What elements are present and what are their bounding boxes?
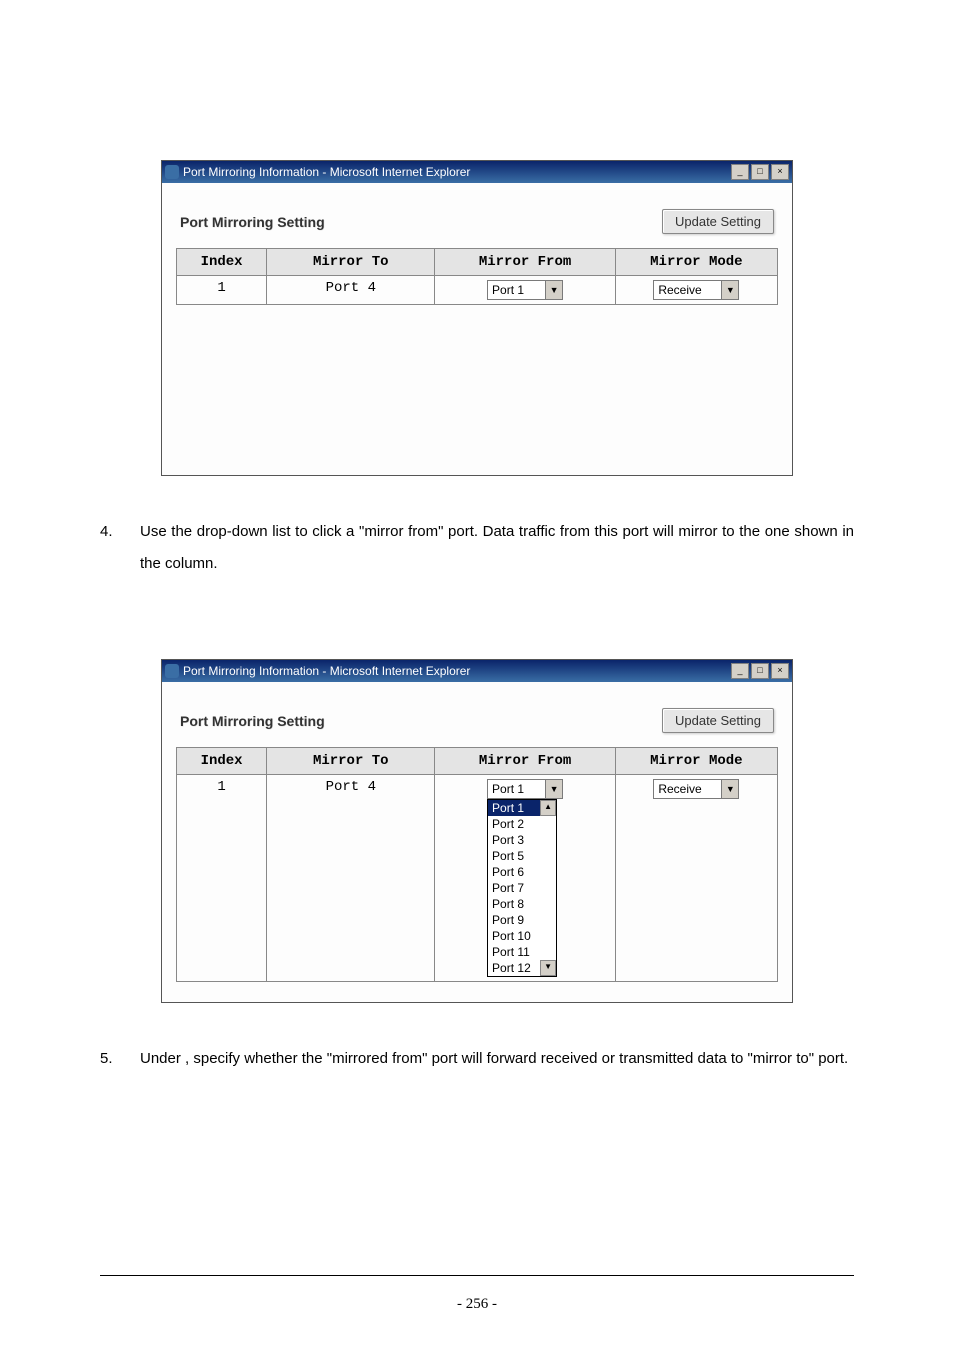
mirror-table: Index Mirror To Mirror From Mirror Mode … — [176, 248, 778, 305]
page-number: - 256 - — [457, 1296, 497, 1312]
screenshot-2: Port Mirroring Information - Microsoft I… — [161, 659, 793, 1003]
update-setting-button[interactable]: Update Setting — [662, 708, 774, 733]
col-mirror-from: Mirror From — [435, 249, 615, 276]
mirror-from-select[interactable]: Port 1 ▼ — [487, 779, 563, 799]
maximize-button[interactable]: □ — [751, 663, 769, 679]
dropdown-option[interactable]: Port 6 — [488, 864, 556, 880]
update-setting-button[interactable]: Update Setting — [662, 209, 774, 234]
mirror-from-dropdown[interactable]: ▲ Port 1 Port 2 Port 3 Port 5 Port 6 Por… — [487, 799, 557, 977]
chevron-down-icon: ▼ — [721, 281, 738, 299]
dropdown-option[interactable]: Port 9 — [488, 912, 556, 928]
page-footer: - 256 - — [100, 1275, 854, 1313]
cell-mirror-to: Port 4 — [267, 775, 435, 982]
close-button[interactable]: × — [771, 164, 789, 180]
col-index: Index — [177, 748, 267, 775]
mirror-mode-select[interactable]: Receive ▼ — [653, 280, 739, 300]
scroll-down-icon[interactable]: ▼ — [540, 960, 556, 976]
mirror-from-select[interactable]: Port 1 ▼ — [487, 280, 563, 300]
mirror-mode-value: Receive — [658, 782, 701, 796]
dropdown-option[interactable]: Port 5 — [488, 848, 556, 864]
dropdown-option[interactable]: Port 11 — [488, 944, 556, 960]
dropdown-option[interactable]: Port 10 — [488, 928, 556, 944]
mirror-from-value: Port 1 — [492, 283, 524, 297]
page-title: Port Mirroring Setting — [180, 713, 325, 729]
window-title: Port Mirroring Information - Microsoft I… — [183, 664, 470, 678]
page-title: Port Mirroring Setting — [180, 214, 325, 230]
dropdown-option[interactable]: Port 2 — [488, 816, 556, 832]
ie-icon — [165, 664, 179, 678]
col-mirror-to: Mirror To — [267, 748, 435, 775]
step-paragraph: Use the drop-down list to click a "mirro… — [140, 516, 854, 579]
ie-icon — [165, 165, 179, 179]
scroll-up-icon[interactable]: ▲ — [540, 800, 556, 816]
minimize-button[interactable]: _ — [731, 663, 749, 679]
dropdown-option[interactable]: Port 3 — [488, 832, 556, 848]
close-button[interactable]: × — [771, 663, 789, 679]
cell-index: 1 — [177, 775, 267, 982]
window-titlebar: Port Mirroring Information - Microsoft I… — [162, 161, 792, 183]
chevron-down-icon: ▼ — [545, 281, 562, 299]
col-mirror-mode: Mirror Mode — [615, 748, 777, 775]
step-paragraph: Under , specify whether the "mirrored fr… — [140, 1043, 854, 1075]
minimize-button[interactable]: _ — [731, 164, 749, 180]
col-mirror-from: Mirror From — [435, 748, 615, 775]
step-number: 4. — [100, 516, 120, 579]
col-mirror-mode: Mirror Mode — [615, 249, 777, 276]
step-4-text: 4. Use the drop-down list to click a "mi… — [100, 516, 854, 579]
chevron-down-icon: ▼ — [545, 780, 562, 798]
table-row: 1 Port 4 Port 1 ▼ Receive ▼ — [177, 276, 778, 305]
table-row: 1 Port 4 Port 1 ▼ ▲ Port 1 Port 2 — [177, 775, 778, 982]
maximize-button[interactable]: □ — [751, 164, 769, 180]
mirror-mode-select[interactable]: Receive ▼ — [653, 779, 739, 799]
dropdown-option[interactable]: Port 8 — [488, 896, 556, 912]
mirror-from-value: Port 1 — [492, 782, 524, 796]
dropdown-option[interactable]: Port 7 — [488, 880, 556, 896]
step-number: 5. — [100, 1043, 120, 1075]
cell-index: 1 — [177, 276, 267, 305]
chevron-down-icon: ▼ — [721, 780, 738, 798]
col-mirror-to: Mirror To — [267, 249, 435, 276]
window-titlebar: Port Mirroring Information - Microsoft I… — [162, 660, 792, 682]
window-title: Port Mirroring Information - Microsoft I… — [183, 165, 470, 179]
step-5-text: 5. Under , specify whether the "mirrored… — [100, 1043, 854, 1075]
cell-mirror-to: Port 4 — [267, 276, 435, 305]
mirror-mode-value: Receive — [658, 283, 701, 297]
col-index: Index — [177, 249, 267, 276]
mirror-table: Index Mirror To Mirror From Mirror Mode … — [176, 747, 778, 982]
screenshot-1: Port Mirroring Information - Microsoft I… — [161, 160, 793, 476]
